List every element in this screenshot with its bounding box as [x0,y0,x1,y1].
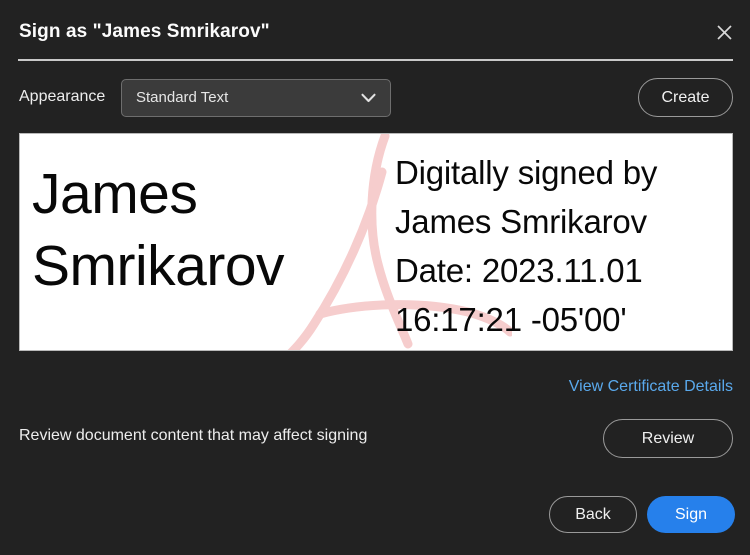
review-message: Review document content that may affect … [19,427,368,444]
create-button[interactable]: Create [638,78,733,117]
view-certificate-details-link[interactable]: View Certificate Details [569,378,733,396]
signature-name: James Smrikarov [32,158,402,302]
appearance-select[interactable]: Standard Text [121,79,391,117]
signature-name-line-1: James [32,162,198,226]
back-button[interactable]: Back [549,496,637,533]
titlebar-divider [18,59,733,61]
signature-detail-line-2: James Smrikarov [395,203,647,240]
signature-details: Digitally signed by James Smrikarov Date… [395,148,657,344]
chevron-down-icon [361,93,376,103]
appearance-row: Appearance Standard Text Create [0,78,750,120]
appearance-select-value: Standard Text [136,89,229,106]
sign-button[interactable]: Sign [647,496,735,533]
signature-detail-line-4: 16:17:21 -05'00' [395,301,627,338]
dialog-titlebar: Sign as "James Smrikarov" [0,0,750,58]
close-icon[interactable] [710,18,738,46]
sign-dialog: Sign as "James Smrikarov" Appearance Sta… [0,0,750,555]
signature-detail-line-1: Digitally signed by [395,154,658,191]
review-button[interactable]: Review [603,419,733,458]
signature-name-line-2: Smrikarov [32,234,285,298]
dialog-title: Sign as "James Smrikarov" [19,21,270,42]
appearance-label: Appearance [19,88,106,105]
signature-detail-line-3: Date: 2023.11.01 [395,252,643,289]
signature-preview-panel[interactable]: James Smrikarov Digitally signed by Jame… [19,133,733,351]
